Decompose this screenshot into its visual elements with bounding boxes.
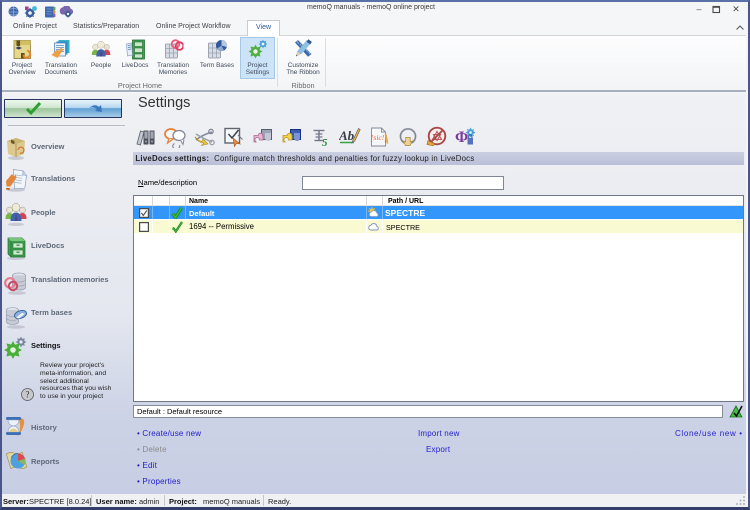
svg-text:Φ: Φ [455, 129, 468, 146]
svg-text:?: ? [26, 390, 30, 400]
svg-text:5: 5 [322, 137, 328, 148]
